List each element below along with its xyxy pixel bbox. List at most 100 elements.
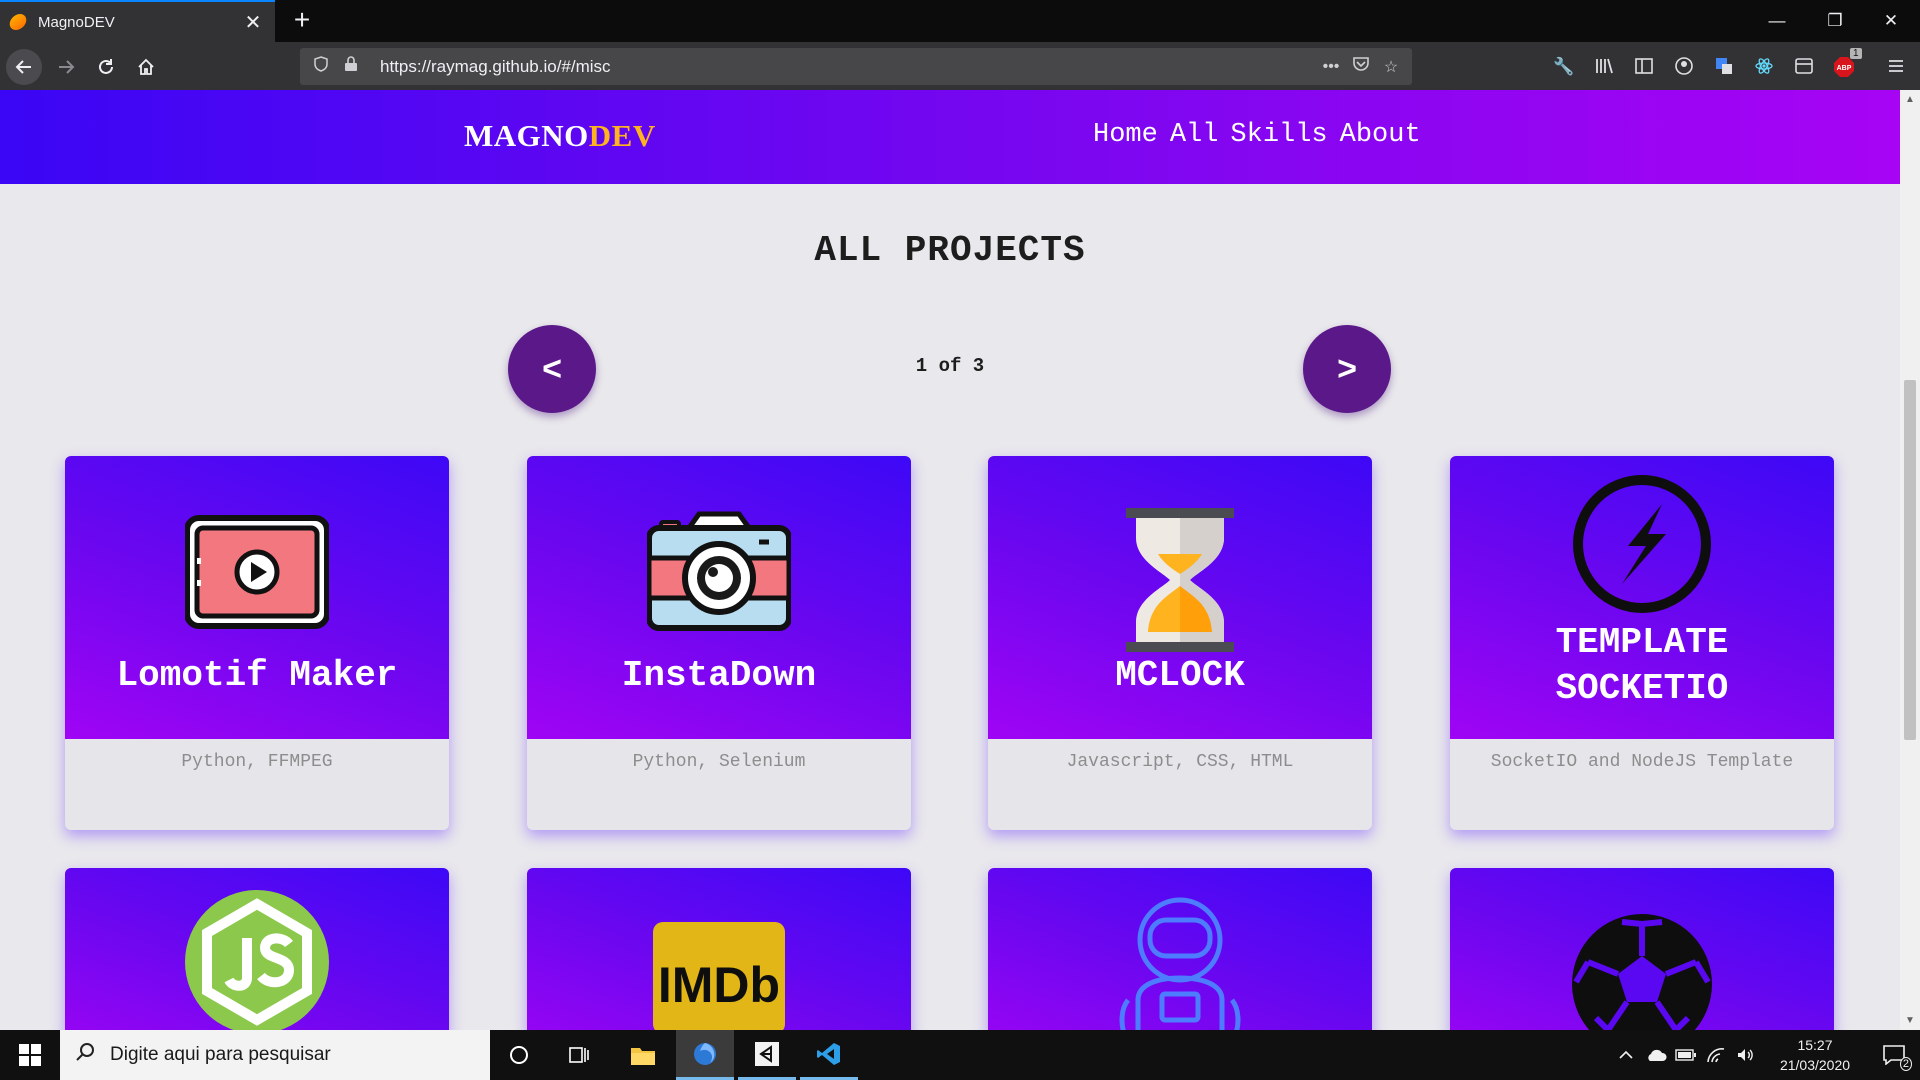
unity-icon (755, 1041, 779, 1066)
onedrive-icon[interactable] (1642, 1030, 1670, 1080)
project-description: Python, Selenium (632, 752, 806, 772)
adblock-icon[interactable]: ABP (1833, 56, 1855, 78)
vscode-taskbar-button[interactable] (800, 1030, 858, 1080)
bookmark-star-icon[interactable]: ☆ (1376, 57, 1406, 77)
video-play-icon (185, 515, 329, 629)
minimize-button[interactable]: — (1748, 0, 1806, 42)
notification-count: 2 (1899, 1057, 1912, 1071)
new-tab-button[interactable]: + (287, 4, 317, 36)
project-card[interactable]: InstaDown Python, Selenium (527, 456, 911, 830)
address-bar[interactable]: https://raymag.github.io/#/misc ••• ☆ (300, 48, 1412, 85)
taskbar-search[interactable]: Digite aqui para pesquisar (60, 1030, 490, 1080)
sidebar-icon[interactable] (1633, 56, 1655, 78)
home-button[interactable] (128, 49, 164, 85)
cortana-icon (510, 1046, 528, 1064)
start-button[interactable] (0, 1030, 60, 1080)
project-card[interactable]: Lomotif Maker Python, FFMPEG (65, 456, 449, 830)
page-actions-icon[interactable]: ••• (1316, 58, 1346, 76)
socketio-icon (1573, 475, 1711, 613)
container-tabs-icon[interactable] (1793, 56, 1815, 78)
account-icon[interactable] (1673, 56, 1695, 78)
adblock-badge: 1 (1850, 48, 1862, 59)
battery-icon[interactable] (1672, 1030, 1700, 1080)
project-description: Javascript, CSS, HTML (1066, 752, 1294, 772)
project-card[interactable]: IMDb (527, 868, 911, 1030)
project-card[interactable]: MCLOCK Javascript, CSS, HTML (988, 456, 1372, 830)
page-scrollbar[interactable]: ▲ ▼ (1900, 90, 1920, 1030)
pocket-icon[interactable] (1346, 56, 1376, 77)
show-hidden-icons-button[interactable] (1612, 1030, 1640, 1080)
imdb-icon: IMDb (653, 922, 785, 1030)
site-favicon-icon (7, 14, 29, 30)
site-logo[interactable]: MAGNODEV (464, 118, 656, 154)
react-devtools-icon[interactable] (1753, 56, 1775, 78)
restore-button[interactable]: ❐ (1806, 0, 1864, 42)
windows-taskbar: Digite aqui para pesquisar 15:27 21/03/2… (0, 1030, 1920, 1080)
app-menu-icon[interactable] (1885, 56, 1907, 78)
nav-skills-link[interactable]: Skills (1230, 120, 1327, 150)
nav-all-link[interactable]: All (1170, 120, 1219, 150)
home-icon (138, 58, 154, 75)
close-window-button[interactable]: ✕ (1862, 0, 1920, 42)
hourglass-icon (1126, 508, 1234, 652)
folder-icon (631, 1048, 655, 1065)
vscode-icon (817, 1042, 840, 1065)
nodejs-icon (185, 890, 329, 1030)
nav-about-link[interactable]: About (1340, 120, 1421, 150)
previous-page-button[interactable]: < (508, 325, 596, 413)
project-card[interactable]: TEMPLATE SOCKETIO SocketIO and NodeJS Te… (1450, 456, 1834, 830)
taskbar-clock[interactable]: 15:27 21/03/2020 (1760, 1035, 1870, 1075)
project-title: TEMPLATE (1555, 622, 1729, 663)
lock-icon[interactable] (336, 56, 366, 77)
nav-home-link[interactable]: Home (1093, 120, 1158, 150)
camera-icon (647, 511, 791, 631)
file-explorer-button[interactable] (614, 1030, 672, 1080)
search-icon (60, 1042, 110, 1068)
imdb-logo-text: IMDb (658, 957, 780, 1013)
tab-close-icon[interactable]: ✕ (241, 10, 265, 35)
translate-extension-icon[interactable] (1713, 56, 1735, 78)
forward-button[interactable] (48, 49, 84, 85)
firefox-icon (694, 1042, 716, 1065)
reload-button[interactable] (88, 49, 124, 85)
astronaut-icon (1119, 897, 1241, 1030)
url-text[interactable]: https://raymag.github.io/#/misc (380, 57, 611, 77)
project-card[interactable] (65, 868, 449, 1030)
volume-icon[interactable] (1732, 1030, 1760, 1080)
page-title: ALL PROJECTS (814, 230, 1086, 271)
site-nav: Home All Skills About (1093, 120, 1421, 150)
soccer-ball-icon (1572, 914, 1712, 1030)
wifi-icon[interactable] (1702, 1030, 1730, 1080)
browser-tab[interactable]: MagnoDEV ✕ (0, 0, 275, 42)
clock-date: 21/03/2020 (1779, 1057, 1851, 1073)
windows-logo-icon (19, 1044, 41, 1066)
browser-tab-bar: MagnoDEV ✕ + — ❐ ✕ (0, 0, 1920, 42)
clock-time: 15:27 (1797, 1037, 1833, 1053)
library-icon[interactable] (1593, 56, 1615, 78)
page-viewport: MAGNODEV Home All Skills About ALL PROJE… (0, 90, 1920, 1030)
svg-text:ABP: ABP (1837, 65, 1852, 72)
project-card[interactable] (988, 868, 1372, 1030)
project-title: MCLOCK (1115, 655, 1245, 696)
search-placeholder[interactable]: Digite aqui para pesquisar (110, 1044, 331, 1066)
unity-taskbar-button[interactable] (738, 1030, 796, 1080)
scrollbar-thumb[interactable] (1904, 380, 1916, 740)
reload-icon (99, 59, 113, 74)
project-description: SocketIO and NodeJS Template (1490, 752, 1794, 772)
action-center-button[interactable]: 2 (1868, 1030, 1920, 1080)
firefox-taskbar-button[interactable] (676, 1030, 734, 1080)
task-view-icon (569, 1047, 589, 1063)
tools-wrench-icon[interactable]: 🔧 (1553, 56, 1575, 78)
next-page-button[interactable]: > (1303, 325, 1391, 413)
tab-title: MagnoDEV (38, 13, 115, 31)
back-button[interactable] (6, 49, 42, 85)
task-view-button[interactable] (550, 1030, 608, 1080)
tracking-shield-icon[interactable] (306, 56, 336, 77)
cortana-button[interactable] (490, 1030, 548, 1080)
project-title: Lomotif Maker (116, 655, 398, 696)
scroll-down-icon[interactable]: ▼ (1900, 1015, 1920, 1026)
project-card[interactable] (1450, 868, 1834, 1030)
scroll-up-icon[interactable]: ▲ (1900, 94, 1920, 105)
project-description: Python, FFMPEG (181, 752, 333, 772)
pagination-status: 1 of 3 (915, 355, 985, 377)
